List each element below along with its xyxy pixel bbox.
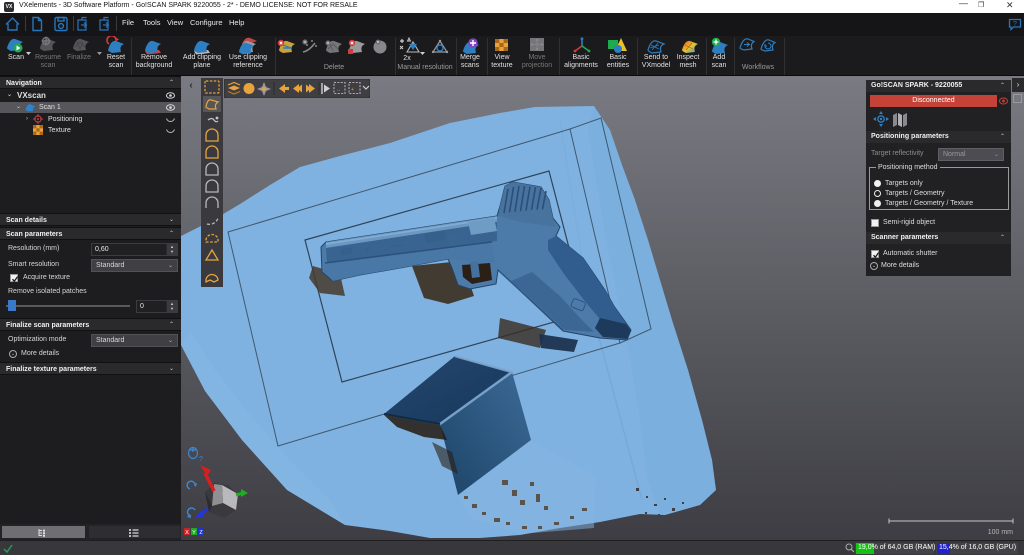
svg-text:?: ? [1013, 21, 1017, 28]
svg-text:↔: ↔ [336, 87, 341, 93]
svg-text:Y: Y [192, 530, 196, 536]
svg-text:X: X [185, 530, 189, 536]
svg-text:?: ? [199, 456, 203, 463]
svg-text:+: + [351, 87, 354, 93]
svg-text:100 mm: 100 mm [988, 529, 1013, 536]
